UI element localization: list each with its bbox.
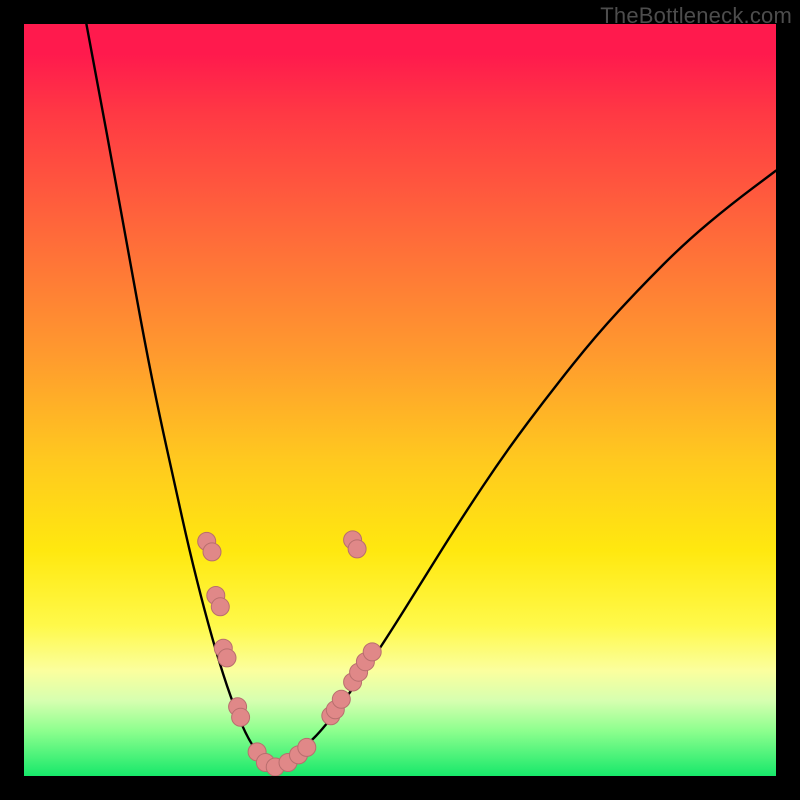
data-point	[218, 649, 236, 667]
curve-overlay	[24, 24, 776, 776]
data-point	[348, 540, 366, 558]
data-point	[298, 738, 316, 756]
data-point	[203, 543, 221, 561]
data-point	[211, 598, 229, 616]
data-point	[232, 708, 250, 726]
chart-frame: TheBottleneck.com	[0, 0, 800, 800]
plot-area	[24, 24, 776, 776]
data-point	[363, 643, 381, 661]
curve-left-branch	[86, 24, 274, 769]
data-point	[332, 690, 350, 708]
